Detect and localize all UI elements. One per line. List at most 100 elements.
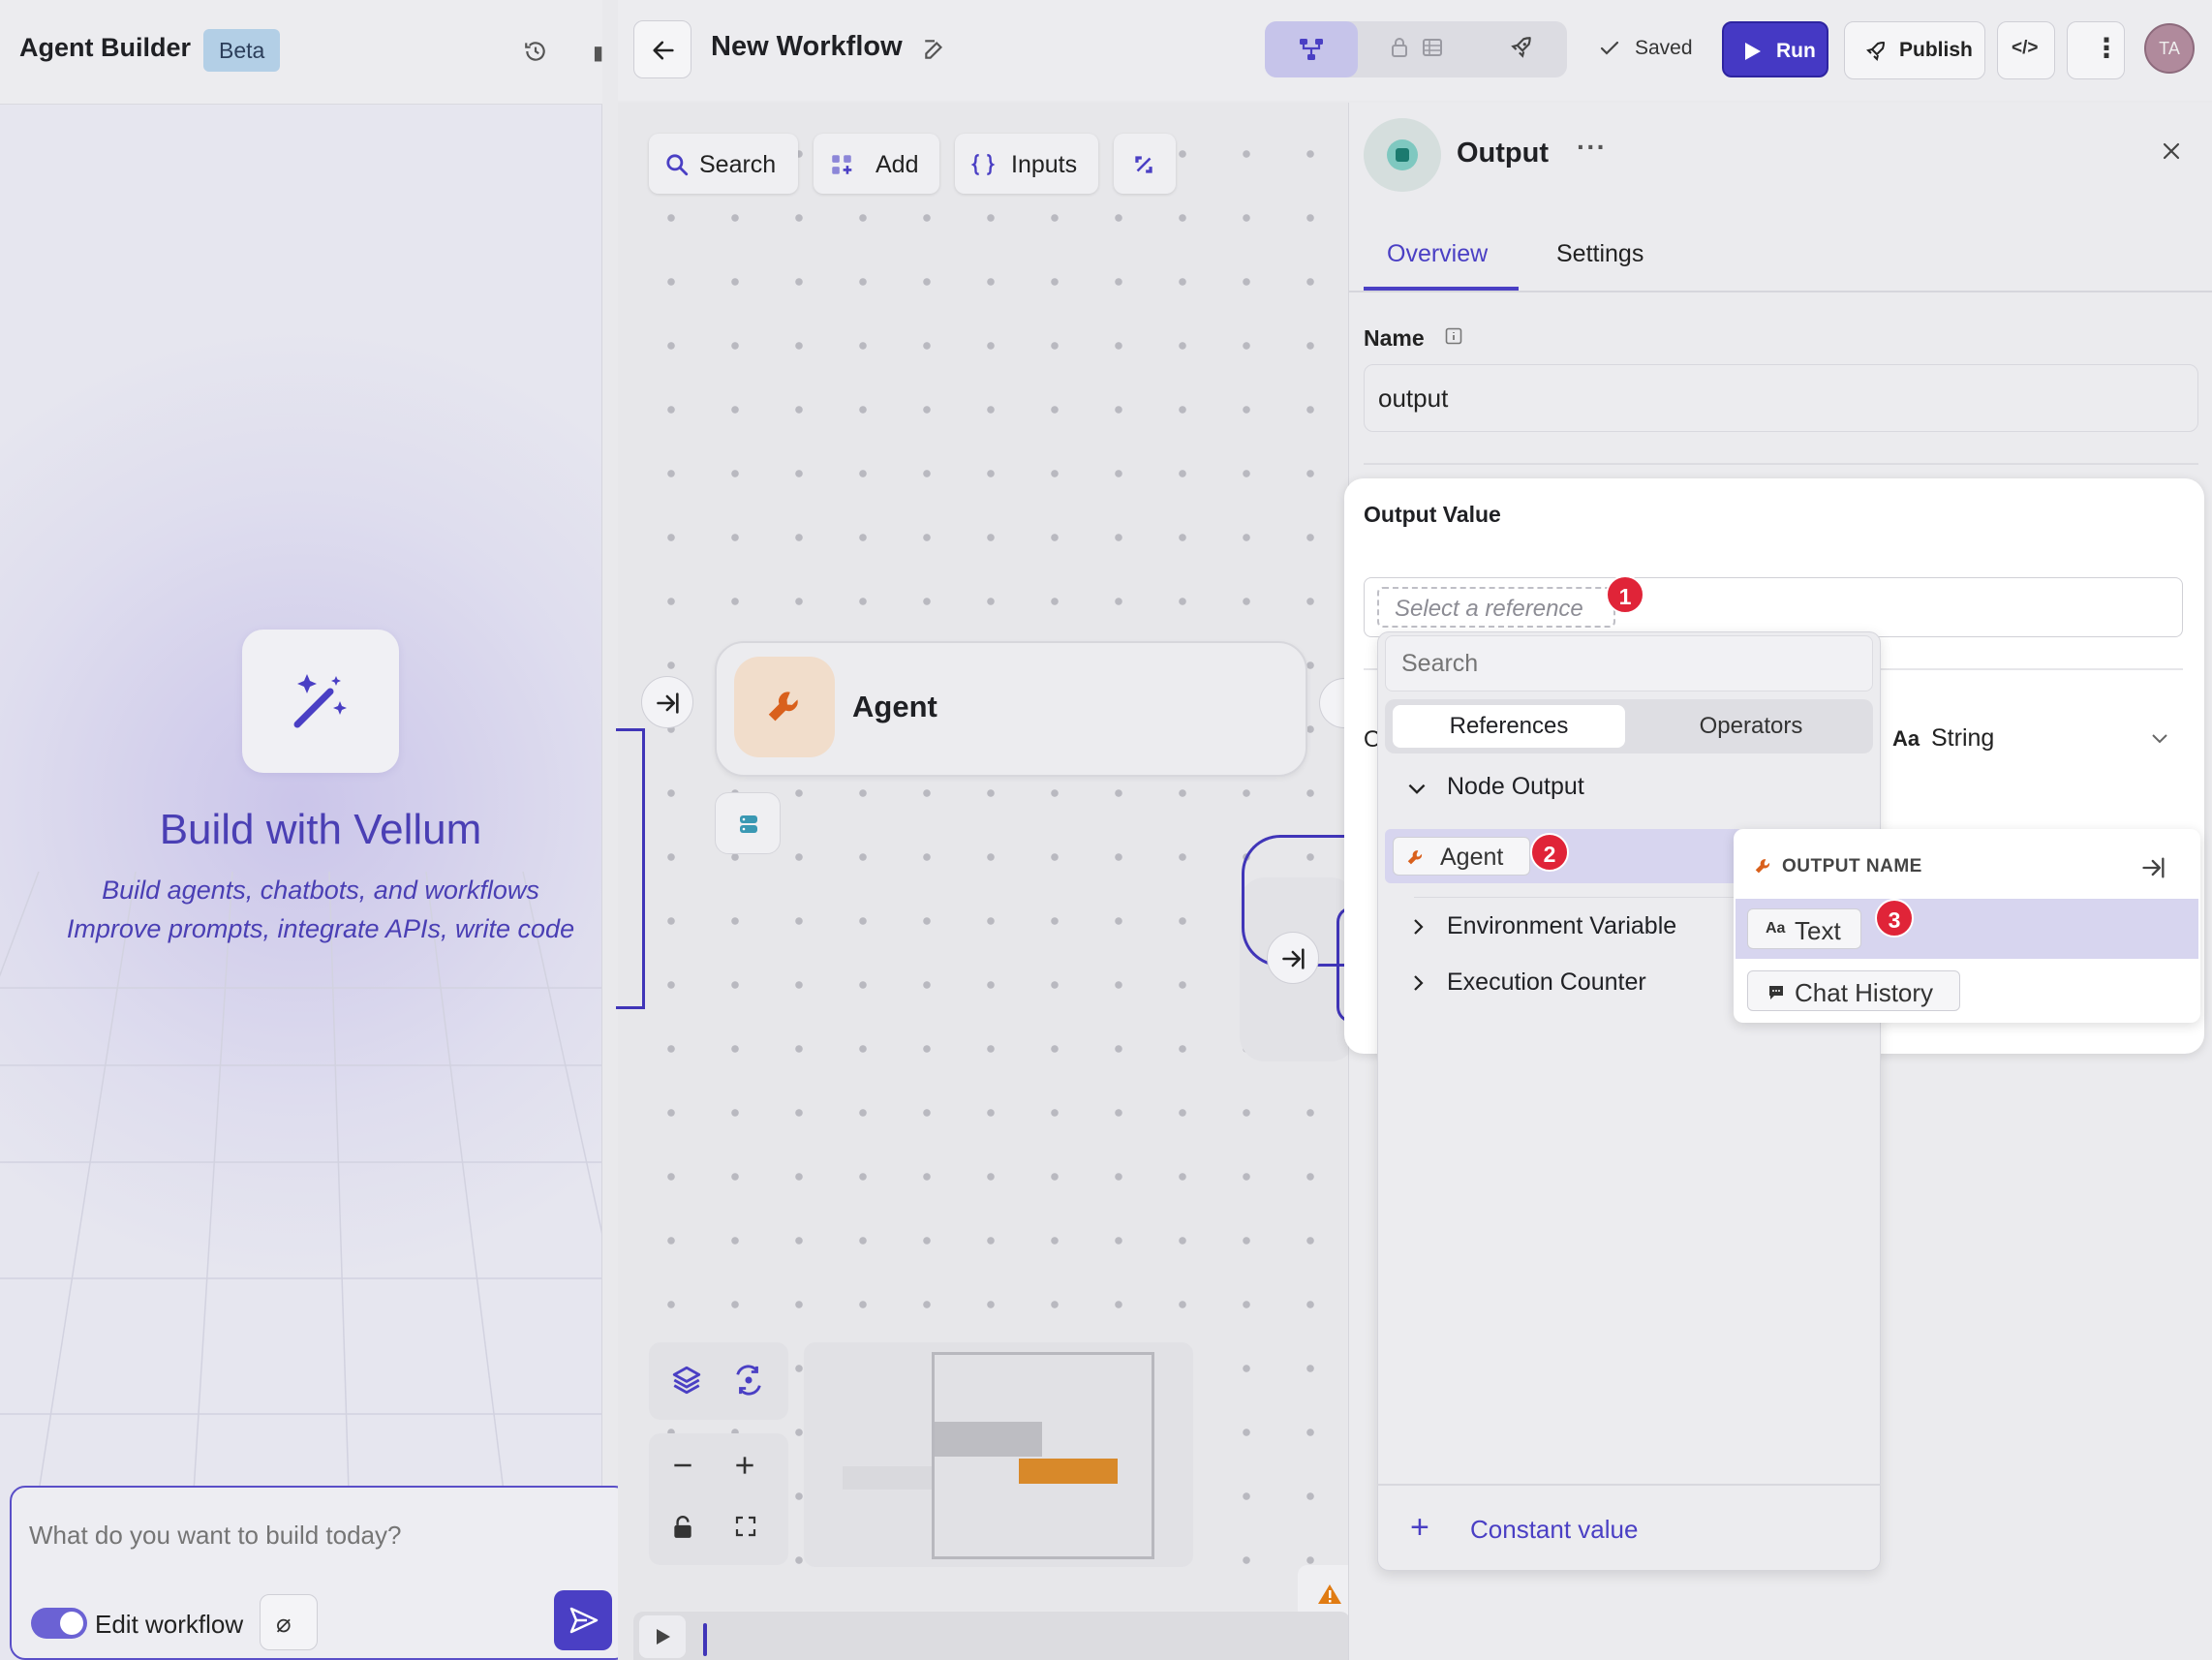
publish-button[interactable]: Publish — [1844, 21, 1985, 79]
chevron-right-icon[interactable] — [1408, 914, 1428, 939]
dropdown-divider — [1414, 897, 1743, 898]
run-button[interactable]: Run — [1722, 21, 1828, 77]
minimap-node — [843, 1466, 932, 1490]
back-button[interactable] — [633, 20, 691, 78]
info-icon[interactable] — [1445, 327, 1462, 345]
panel-toggle-icon[interactable]: ▮ — [593, 41, 602, 62]
edit-workflow-label: Edit workflow — [95, 1610, 244, 1639]
app-title: Agent Builder — [19, 33, 192, 62]
reference-search-input[interactable] — [1385, 635, 1873, 692]
canvas-add-label: Add — [876, 151, 919, 178]
chevron-down-icon[interactable] — [1404, 777, 1429, 802]
warning-icon — [1318, 1584, 1341, 1604]
zoom-out-icon[interactable] — [670, 1453, 695, 1478]
layers-icon[interactable] — [670, 1364, 703, 1397]
user-avatar[interactable]: TA — [2144, 23, 2195, 74]
agent-tools-chip[interactable] — [715, 792, 781, 854]
connection-edge — [616, 728, 645, 1009]
braces-icon — [970, 154, 996, 175]
text-output-chip[interactable]: Aa Text — [1747, 908, 1861, 949]
more-vertical-icon: ⋮ — [2093, 33, 2120, 63]
magic-wand-icon — [293, 674, 347, 728]
chat-history-output-label: Chat History — [1795, 978, 1934, 1007]
group-environment-variable[interactable]: Environment Variable — [1447, 912, 1676, 940]
send-button[interactable] — [554, 1590, 612, 1650]
table-view-icon[interactable] — [1422, 37, 1443, 58]
type-select-value: String — [1931, 724, 1995, 752]
select-reference-placeholder: Select a reference — [1395, 596, 1583, 622]
segment-references[interactable]: References — [1393, 705, 1625, 748]
wrench-icon — [768, 692, 798, 722]
graph-icon — [1300, 39, 1323, 60]
more-horizontal-icon[interactable]: ··· — [1577, 132, 1607, 163]
agent-reference-chip[interactable]: Agent — [1393, 837, 1530, 876]
name-label: Name — [1364, 325, 1425, 351]
text-output-label: Text — [1795, 916, 1841, 945]
send-icon — [569, 1607, 599, 1634]
chat-history-output-chip[interactable]: Chat History — [1747, 970, 1960, 1011]
agent-node-label: Agent — [852, 690, 937, 723]
fit-view-button[interactable] — [1114, 134, 1176, 194]
zoom-in-icon[interactable] — [732, 1453, 757, 1478]
active-tab-indicator — [1364, 287, 1519, 291]
more-options-button[interactable]: ⋮ — [2067, 21, 2125, 79]
database-icon — [740, 815, 757, 833]
canvas-inputs-button[interactable]: Inputs — [955, 134, 1098, 194]
tab-overview[interactable]: Overview — [1387, 240, 1488, 268]
select-reference-chip[interactable]: Select a reference — [1377, 587, 1615, 628]
auto-layout-icon[interactable] — [732, 1364, 765, 1397]
string-type-icon: Aa — [1892, 726, 1920, 751]
close-icon[interactable] — [2160, 139, 2183, 163]
constant-value-button[interactable]: Constant value — [1470, 1515, 1638, 1545]
canvas-inputs-label: Inputs — [1011, 151, 1078, 178]
output-value-label: Output Value — [1364, 502, 1501, 527]
step-badge-3: 3 — [1875, 899, 1914, 938]
submenu-header: OUTPUT NAME — [1782, 856, 1922, 876]
history-icon[interactable] — [523, 39, 548, 64]
chat-input[interactable] — [29, 1521, 571, 1551]
run-label: Run — [1776, 40, 1816, 62]
code-button[interactable]: </> — [1997, 21, 2055, 79]
paperclip-icon: ⌀ — [276, 1609, 292, 1638]
node-title: Output — [1457, 138, 1550, 169]
canvas-search-button[interactable]: Search — [649, 134, 798, 194]
timeline-cursor[interactable] — [703, 1623, 707, 1656]
string-type-icon: Aa — [1766, 920, 1786, 937]
rocket-view-icon[interactable] — [1509, 35, 1534, 60]
build-subtitle: Build agents, chatbots, and workflows — [102, 876, 539, 905]
edit-title-icon[interactable] — [922, 37, 947, 62]
minimap-viewport[interactable] — [932, 1352, 1154, 1559]
step-badge-1: 1 — [1606, 575, 1644, 614]
add-grid-icon — [832, 155, 852, 174]
select-all-icon[interactable] — [2140, 854, 2167, 881]
tab-settings[interactable]: Settings — [1556, 240, 1644, 268]
zoom-controls — [649, 1433, 788, 1565]
section-divider — [1364, 463, 2198, 465]
canvas-add-button[interactable]: Add — [814, 134, 939, 194]
arrow-in-icon — [657, 692, 679, 714]
expand-icon — [1135, 156, 1152, 173]
timeline-play-button[interactable] — [639, 1615, 686, 1658]
graph-view-button[interactable] — [1265, 21, 1358, 77]
workflow-title[interactable]: New Workflow — [711, 31, 903, 63]
canvas-search-label: Search — [699, 151, 777, 178]
wrench-icon — [1755, 859, 1770, 874]
entrypoint-connector[interactable] — [641, 676, 693, 728]
attach-button[interactable]: ⌀ — [260, 1594, 318, 1650]
beta-badge: Beta — [203, 29, 281, 72]
lock-icon — [1392, 38, 1407, 57]
group-execution-counter[interactable]: Execution Counter — [1447, 968, 1646, 997]
arrow-left-icon — [653, 41, 674, 60]
segment-operators[interactable]: Operators — [1635, 705, 1867, 748]
wrench-icon — [1407, 850, 1423, 865]
chevron-right-icon[interactable] — [1408, 970, 1428, 996]
search-icon — [666, 154, 689, 176]
group-node-output[interactable]: Node Output — [1447, 773, 1584, 801]
name-field[interactable] — [1364, 364, 2198, 432]
dropdown-divider — [1377, 1484, 1881, 1486]
output-node-connector[interactable] — [1267, 932, 1319, 984]
lock-canvas-icon[interactable] — [672, 1515, 693, 1540]
edit-workflow-toggle[interactable] — [31, 1608, 87, 1639]
chat-icon — [1769, 986, 1783, 999]
fullscreen-icon[interactable] — [734, 1515, 757, 1538]
